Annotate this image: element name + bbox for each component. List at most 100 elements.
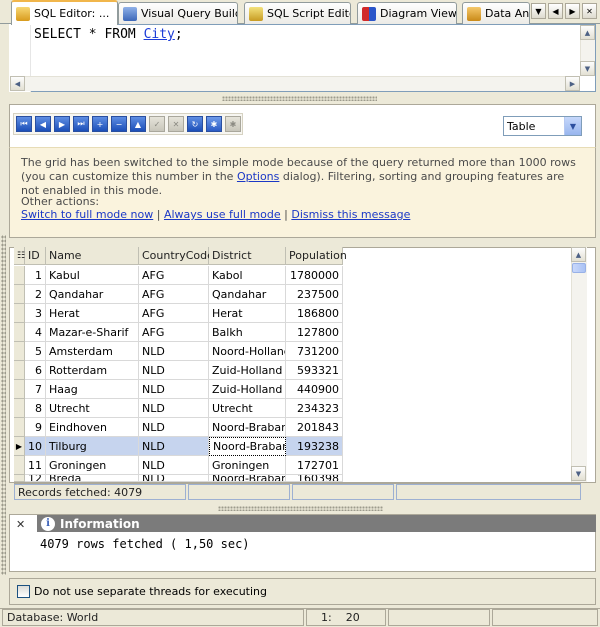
grid-corner-icon[interactable]: ☷ bbox=[14, 247, 25, 265]
table-cell[interactable]: 1780000 bbox=[286, 266, 343, 285]
prior-page-button[interactable]: ◀ bbox=[35, 116, 51, 132]
table-cell[interactable]: 172701 bbox=[286, 456, 343, 475]
switch-to-full-mode-link[interactable]: Switch to full mode now bbox=[21, 208, 153, 221]
tab-list-dropdown-button[interactable]: ▼ bbox=[531, 3, 546, 19]
table-cell[interactable]: Kabol bbox=[209, 266, 286, 285]
table-cell[interactable]: 593321 bbox=[286, 361, 343, 380]
tab-sql-editor[interactable]: SQL Editor: ... bbox=[11, 0, 118, 25]
row-indicator[interactable] bbox=[14, 418, 25, 437]
row-indicator[interactable] bbox=[14, 266, 25, 285]
tab-scroll-right-button[interactable]: ▶ bbox=[565, 3, 580, 19]
refresh-button[interactable]: ↻ bbox=[187, 116, 203, 132]
table-cell[interactable]: 234323 bbox=[286, 399, 343, 418]
clear-filter-button[interactable]: ✱ bbox=[225, 116, 241, 132]
table-cell[interactable]: Breda bbox=[46, 475, 139, 482]
table-cell[interactable]: AFG bbox=[139, 285, 209, 304]
table-cell[interactable]: 8 bbox=[25, 399, 46, 418]
table-cell[interactable]: Amsterdam bbox=[46, 342, 139, 361]
tab-visual-query-builder[interactable]: Visual Query Builder bbox=[118, 2, 238, 24]
table-cell[interactable]: Qandahar bbox=[209, 285, 286, 304]
separate-threads-checkbox[interactable] bbox=[17, 585, 30, 598]
table-cell[interactable]: NLD bbox=[139, 437, 209, 456]
last-record-button[interactable]: ⏭ bbox=[73, 116, 89, 132]
table-cell[interactable]: 1 bbox=[25, 266, 46, 285]
column-header-district[interactable]: District bbox=[209, 247, 286, 265]
table-cell[interactable]: NLD bbox=[139, 380, 209, 399]
tab-diagram-viewer[interactable]: Diagram Viewer bbox=[357, 2, 457, 24]
table-cell[interactable]: Tilburg bbox=[46, 437, 139, 456]
table-cell[interactable]: Rotterdam bbox=[46, 361, 139, 380]
table-cell[interactable]: Herat bbox=[46, 304, 139, 323]
edit-record-button[interactable]: ▲ bbox=[130, 116, 146, 132]
table-cell[interactable]: 186800 bbox=[286, 304, 343, 323]
row-indicator[interactable] bbox=[14, 342, 25, 361]
post-edit-button[interactable]: ✓ bbox=[149, 116, 165, 132]
always-use-full-mode-link[interactable]: Always use full mode bbox=[164, 208, 281, 221]
sql-text[interactable]: SELECT * FROM City; bbox=[34, 27, 183, 42]
editor-scroll-up-button[interactable]: ▲ bbox=[580, 25, 595, 40]
table-cell[interactable]: NLD bbox=[139, 475, 209, 482]
table-cell[interactable]: AFG bbox=[139, 304, 209, 323]
table-cell[interactable]: Noord-Brabant bbox=[209, 437, 286, 456]
table-cell[interactable]: NLD bbox=[139, 342, 209, 361]
editor-horizontal-scrollbar[interactable] bbox=[10, 76, 580, 91]
table-cell[interactable]: Zuid-Holland bbox=[209, 380, 286, 399]
row-indicator[interactable]: ▶ bbox=[14, 437, 25, 456]
row-indicator[interactable] bbox=[14, 399, 25, 418]
row-indicator[interactable] bbox=[14, 380, 25, 399]
table-cell[interactable]: 2 bbox=[25, 285, 46, 304]
table-cell[interactable]: 9 bbox=[25, 418, 46, 437]
grid-scroll-thumb[interactable] bbox=[572, 263, 586, 273]
table-cell[interactable]: 127800 bbox=[286, 323, 343, 342]
table-cell[interactable]: 3 bbox=[25, 304, 46, 323]
grid-scroll-down-button[interactable]: ▼ bbox=[571, 466, 586, 481]
view-mode-select[interactable]: Table ▼ bbox=[503, 116, 582, 136]
table-cell[interactable]: AFG bbox=[139, 266, 209, 285]
table-cell[interactable]: Herat bbox=[209, 304, 286, 323]
chevron-down-icon[interactable]: ▼ bbox=[564, 117, 581, 135]
table-cell[interactable]: 10 bbox=[25, 437, 46, 456]
table-cell[interactable]: NLD bbox=[139, 361, 209, 380]
tab-close-button[interactable]: ✕ bbox=[582, 3, 597, 19]
dismiss-message-link[interactable]: Dismiss this message bbox=[291, 208, 410, 221]
tab-sql-script-editor[interactable]: SQL Script Editor bbox=[244, 2, 351, 24]
insert-record-button[interactable]: + bbox=[92, 116, 108, 132]
table-cell[interactable]: Groningen bbox=[209, 456, 286, 475]
editor-scroll-down-button[interactable]: ▼ bbox=[580, 61, 595, 76]
table-cell[interactable]: NLD bbox=[139, 399, 209, 418]
table-cell[interactable]: 193238 bbox=[286, 437, 343, 456]
table-cell[interactable]: AFG bbox=[139, 323, 209, 342]
options-link[interactable]: Options bbox=[237, 170, 279, 183]
table-cell[interactable]: NLD bbox=[139, 418, 209, 437]
tab-scroll-left-button[interactable]: ◀ bbox=[548, 3, 563, 19]
table-cell[interactable]: 237500 bbox=[286, 285, 343, 304]
row-indicator[interactable] bbox=[14, 323, 25, 342]
table-cell[interactable]: Utrecht bbox=[209, 399, 286, 418]
table-cell[interactable]: Utrecht bbox=[46, 399, 139, 418]
table-cell[interactable]: Eindhoven bbox=[46, 418, 139, 437]
table-cell[interactable]: Balkh bbox=[209, 323, 286, 342]
table-cell[interactable]: 6 bbox=[25, 361, 46, 380]
table-cell[interactable]: 11 bbox=[25, 456, 46, 475]
column-header-countrycode[interactable]: CountryCode bbox=[139, 247, 214, 265]
table-cell[interactable]: 201843 bbox=[286, 418, 343, 437]
table-cell[interactable]: Kabul bbox=[46, 266, 139, 285]
first-record-button[interactable]: ⏮ bbox=[16, 116, 32, 132]
sql-table-link[interactable]: City bbox=[144, 27, 175, 42]
table-cell[interactable]: 5 bbox=[25, 342, 46, 361]
editor-scroll-left-button[interactable]: ◀ bbox=[10, 76, 25, 91]
row-indicator[interactable] bbox=[14, 304, 25, 323]
row-indicator[interactable] bbox=[14, 285, 25, 304]
splitter-grip[interactable] bbox=[218, 506, 383, 511]
delete-record-button[interactable]: − bbox=[111, 116, 127, 132]
filter-button[interactable]: ✱ bbox=[206, 116, 222, 132]
column-header-population[interactable]: Population bbox=[286, 247, 347, 265]
table-cell[interactable]: 731200 bbox=[286, 342, 343, 361]
editor-scroll-right-button[interactable]: ▶ bbox=[565, 76, 580, 91]
table-cell[interactable]: Zuid-Holland bbox=[209, 361, 286, 380]
tab-data-analysis[interactable]: Data Ana bbox=[462, 2, 530, 24]
table-cell[interactable]: 440900 bbox=[286, 380, 343, 399]
close-icon[interactable]: ✕ bbox=[16, 518, 25, 531]
column-header-id[interactable]: ID bbox=[25, 247, 46, 265]
row-indicator[interactable] bbox=[14, 361, 25, 380]
